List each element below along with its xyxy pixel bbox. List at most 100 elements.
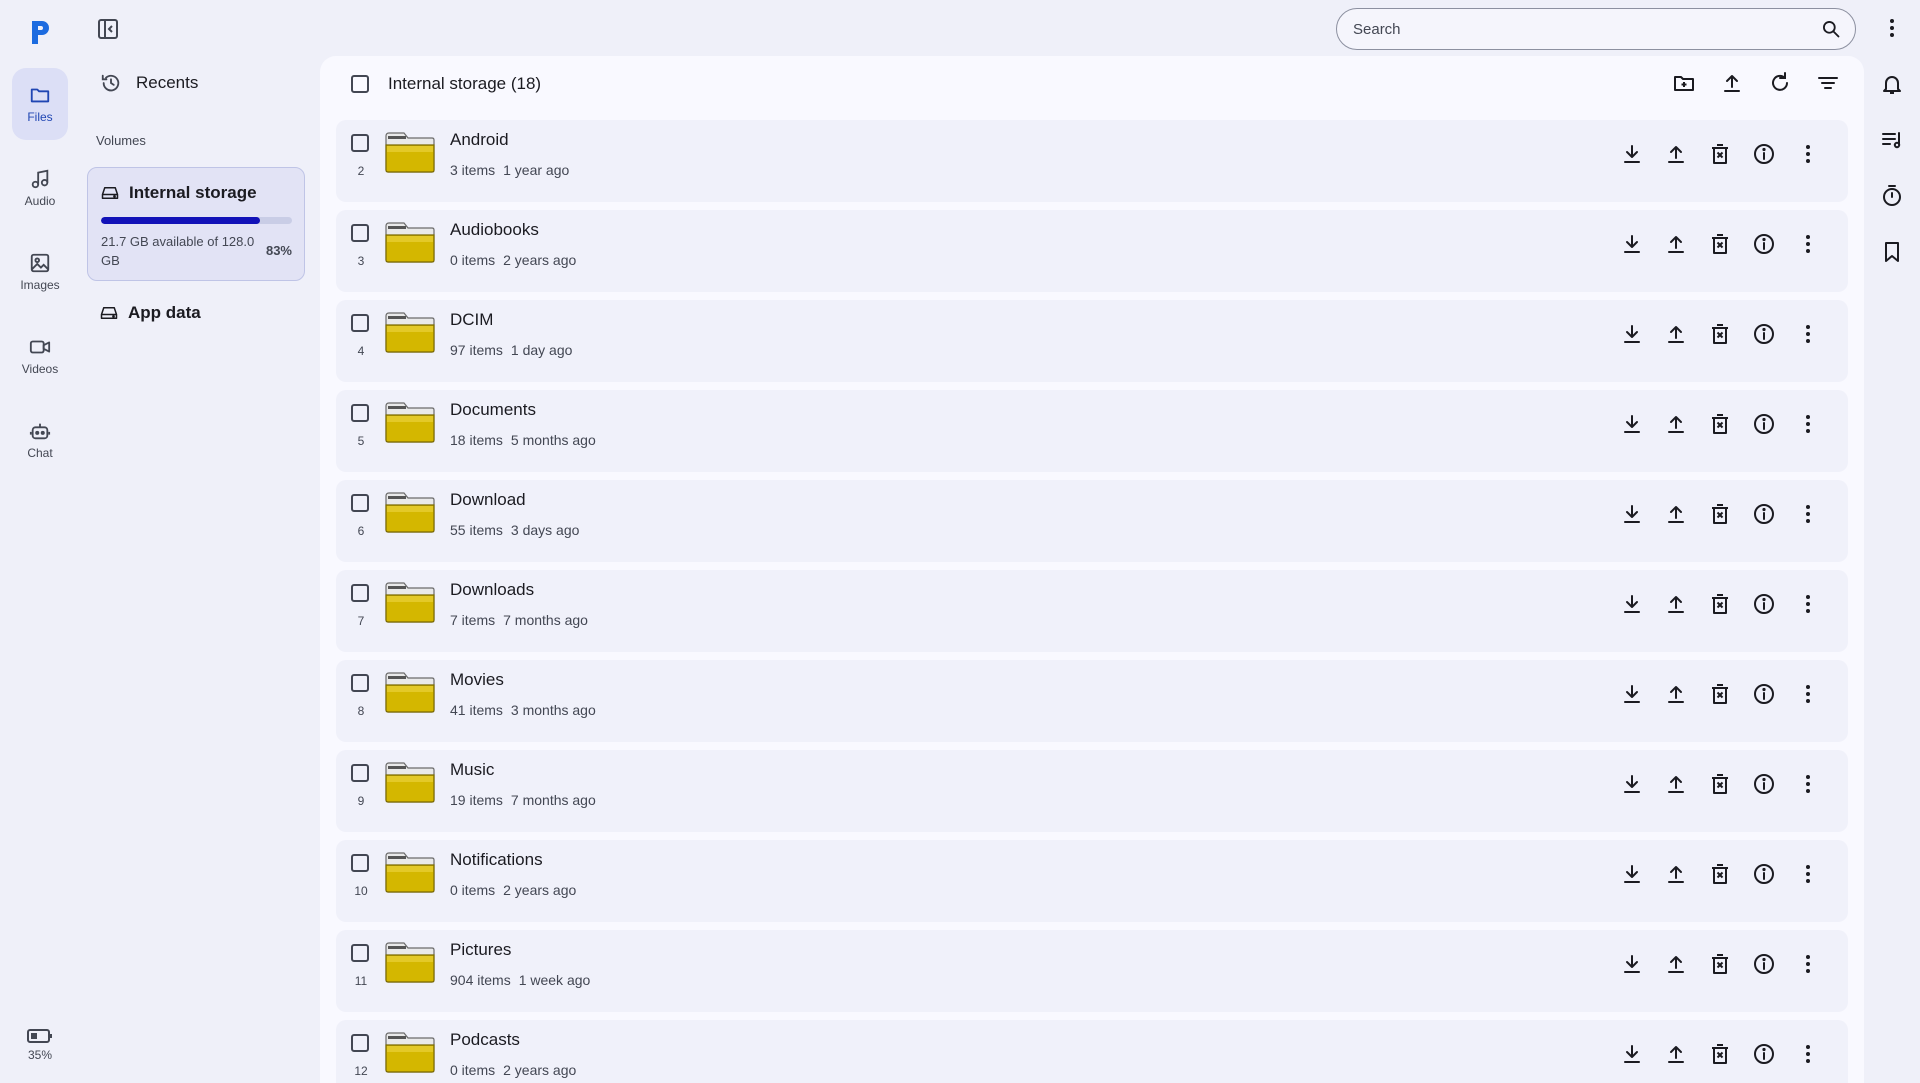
- delete-icon[interactable]: [1708, 862, 1732, 886]
- upload-icon[interactable]: [1664, 142, 1688, 166]
- download-icon[interactable]: [1620, 1042, 1644, 1066]
- info-icon[interactable]: [1752, 952, 1776, 976]
- folder-name[interactable]: Downloads: [450, 580, 534, 600]
- search-icon[interactable]: [1821, 19, 1841, 39]
- app-menu-more-icon[interactable]: [1880, 16, 1904, 40]
- more-vert-icon[interactable]: [1796, 952, 1820, 976]
- info-icon[interactable]: [1752, 412, 1776, 436]
- upload-icon[interactable]: [1720, 71, 1744, 95]
- notifications-icon[interactable]: [1880, 72, 1904, 96]
- more-vert-icon[interactable]: [1796, 862, 1820, 886]
- download-icon[interactable]: [1620, 592, 1644, 616]
- list-item[interactable]: 3 Audiobooks 0 items 2 years ago: [336, 210, 1848, 292]
- row-checkbox[interactable]: [351, 944, 369, 962]
- info-icon[interactable]: [1752, 1042, 1776, 1066]
- sort-icon[interactable]: [1816, 71, 1840, 95]
- info-icon[interactable]: [1752, 232, 1776, 256]
- delete-icon[interactable]: [1708, 1042, 1732, 1066]
- list-item[interactable]: 11 Pictures 904 items 1 week ago: [336, 930, 1848, 1012]
- download-icon[interactable]: [1620, 142, 1644, 166]
- upload-icon[interactable]: [1664, 232, 1688, 256]
- row-checkbox[interactable]: [351, 224, 369, 242]
- delete-icon[interactable]: [1708, 502, 1732, 526]
- search-input[interactable]: [1353, 20, 1821, 38]
- row-checkbox[interactable]: [351, 314, 369, 332]
- folder-name[interactable]: Download: [450, 490, 526, 510]
- playlist-icon[interactable]: [1880, 128, 1904, 152]
- list-item[interactable]: 12 Podcasts 0 items 2 years ago: [336, 1020, 1848, 1083]
- delete-icon[interactable]: [1708, 592, 1732, 616]
- more-vert-icon[interactable]: [1796, 1042, 1820, 1066]
- download-icon[interactable]: [1620, 412, 1644, 436]
- volume-internal-storage[interactable]: Internal storage 21.7 GB available of 12…: [87, 167, 305, 281]
- delete-icon[interactable]: [1708, 322, 1732, 346]
- row-checkbox[interactable]: [351, 134, 369, 152]
- row-checkbox[interactable]: [351, 404, 369, 422]
- recents-item[interactable]: Recents: [100, 72, 198, 94]
- upload-icon[interactable]: [1664, 502, 1688, 526]
- list-item[interactable]: 4 DCIM 97 items 1 day ago: [336, 300, 1848, 382]
- folder-name[interactable]: Documents: [450, 400, 536, 420]
- app-logo-icon[interactable]: [28, 18, 52, 46]
- info-icon[interactable]: [1752, 862, 1776, 886]
- download-icon[interactable]: [1620, 232, 1644, 256]
- bookmark-icon[interactable]: [1880, 240, 1904, 264]
- upload-icon[interactable]: [1664, 952, 1688, 976]
- folder-name[interactable]: Notifications: [450, 850, 543, 870]
- upload-icon[interactable]: [1664, 322, 1688, 346]
- delete-icon[interactable]: [1708, 142, 1732, 166]
- list-item[interactable]: 10 Notifications 0 items 2 years ago: [336, 840, 1848, 922]
- nav-images[interactable]: Images: [12, 236, 68, 308]
- info-icon[interactable]: [1752, 502, 1776, 526]
- row-checkbox[interactable]: [351, 674, 369, 692]
- list-item[interactable]: 5 Documents 18 items 5 months ago: [336, 390, 1848, 472]
- list-item[interactable]: 9 Music 19 items 7 months ago: [336, 750, 1848, 832]
- more-vert-icon[interactable]: [1796, 682, 1820, 706]
- folder-name[interactable]: Pictures: [450, 940, 511, 960]
- info-icon[interactable]: [1752, 772, 1776, 796]
- download-icon[interactable]: [1620, 862, 1644, 886]
- info-icon[interactable]: [1752, 682, 1776, 706]
- nav-chat[interactable]: Chat: [12, 404, 68, 476]
- refresh-icon[interactable]: [1768, 71, 1792, 95]
- upload-icon[interactable]: [1664, 772, 1688, 796]
- row-checkbox[interactable]: [351, 494, 369, 512]
- folder-name[interactable]: DCIM: [450, 310, 493, 330]
- folder-name[interactable]: Movies: [450, 670, 504, 690]
- more-vert-icon[interactable]: [1796, 592, 1820, 616]
- info-icon[interactable]: [1752, 142, 1776, 166]
- list-item[interactable]: 6 Download 55 items 3 days ago: [336, 480, 1848, 562]
- sidebar-toggle-icon[interactable]: [96, 17, 120, 41]
- folder-name[interactable]: Music: [450, 760, 494, 780]
- volume-app-data[interactable]: App data: [100, 303, 201, 323]
- nav-audio[interactable]: Audio: [12, 152, 68, 224]
- list-item[interactable]: 8 Movies 41 items 3 months ago: [336, 660, 1848, 742]
- row-checkbox[interactable]: [351, 764, 369, 782]
- info-icon[interactable]: [1752, 322, 1776, 346]
- more-vert-icon[interactable]: [1796, 412, 1820, 436]
- more-vert-icon[interactable]: [1796, 772, 1820, 796]
- download-icon[interactable]: [1620, 322, 1644, 346]
- select-all-checkbox[interactable]: [351, 75, 369, 93]
- upload-icon[interactable]: [1664, 592, 1688, 616]
- folder-name[interactable]: Android: [450, 130, 509, 150]
- download-icon[interactable]: [1620, 682, 1644, 706]
- download-icon[interactable]: [1620, 502, 1644, 526]
- more-vert-icon[interactable]: [1796, 502, 1820, 526]
- row-checkbox[interactable]: [351, 854, 369, 872]
- delete-icon[interactable]: [1708, 412, 1732, 436]
- row-checkbox[interactable]: [351, 1034, 369, 1052]
- info-icon[interactable]: [1752, 592, 1776, 616]
- row-checkbox[interactable]: [351, 584, 369, 602]
- download-icon[interactable]: [1620, 952, 1644, 976]
- delete-icon[interactable]: [1708, 232, 1732, 256]
- upload-icon[interactable]: [1664, 862, 1688, 886]
- delete-icon[interactable]: [1708, 682, 1732, 706]
- nav-files[interactable]: Files: [12, 68, 68, 140]
- upload-icon[interactable]: [1664, 1042, 1688, 1066]
- more-vert-icon[interactable]: [1796, 322, 1820, 346]
- folder-name[interactable]: Audiobooks: [450, 220, 539, 240]
- upload-icon[interactable]: [1664, 682, 1688, 706]
- nav-videos[interactable]: Videos: [12, 320, 68, 392]
- more-vert-icon[interactable]: [1796, 232, 1820, 256]
